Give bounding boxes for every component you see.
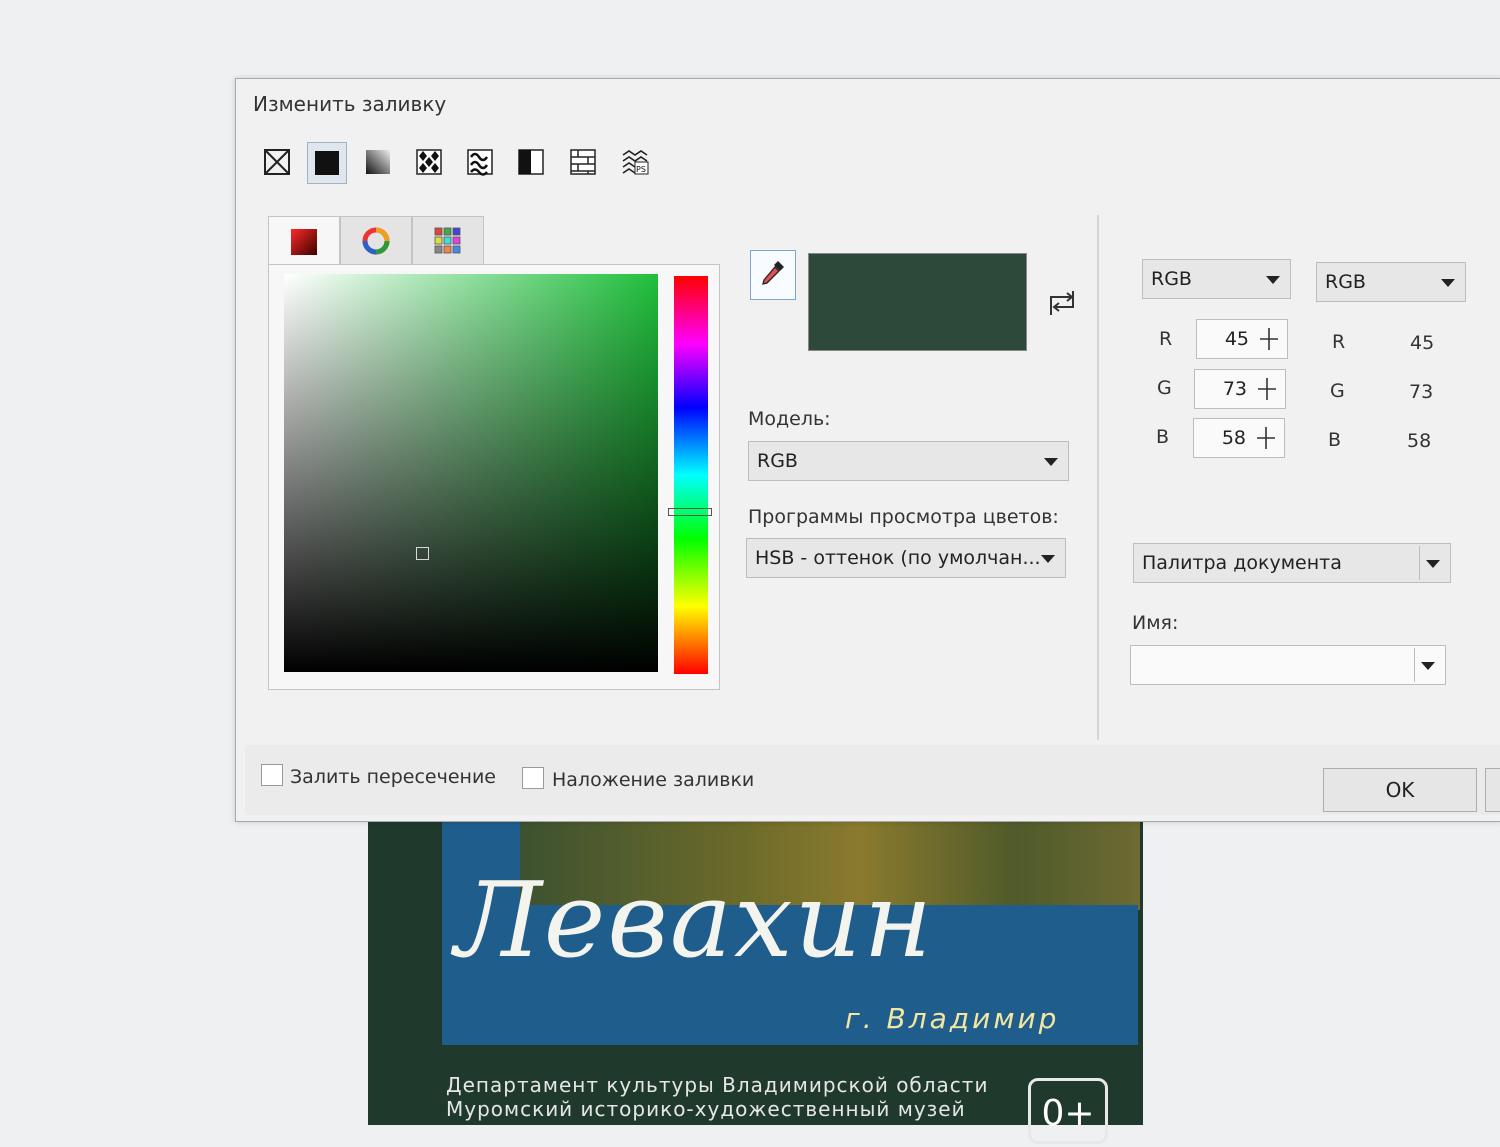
color-viewers-label: Программы просмотра цветов:	[748, 506, 1059, 528]
channel-b-input[interactable]: 58	[1193, 418, 1285, 458]
current-color-swatch	[808, 253, 1027, 351]
hue-slider-handle[interactable]	[668, 508, 712, 516]
postscript-fill-icon: PS	[622, 150, 649, 175]
tab-color-model[interactable]	[268, 216, 340, 267]
poster-age-rating: 0+	[1028, 1078, 1108, 1144]
channel-r-label: R	[1159, 328, 1173, 350]
channel-g-label: G	[1157, 377, 1172, 399]
dialog-title: Изменить заливку	[253, 92, 447, 116]
chevron-down-icon	[1266, 276, 1280, 284]
channel-b-value: 58	[1221, 427, 1246, 449]
channel-r-input[interactable]: 45	[1196, 319, 1288, 359]
saturation-brightness-picker[interactable]	[284, 274, 658, 672]
color-model-icon	[291, 229, 317, 255]
tab-color-palettes[interactable]	[412, 216, 484, 265]
ok-button[interactable]: OK	[1323, 768, 1477, 812]
reference-b-value: 58	[1407, 430, 1432, 452]
color-palettes-icon	[434, 227, 461, 254]
bitmap-pattern-fill-icon	[467, 149, 493, 176]
channel-g-input[interactable]: 73	[1194, 369, 1286, 409]
overprint-fill-label: Наложение заливки	[552, 769, 755, 791]
vector-pattern-fill-icon	[416, 149, 442, 175]
name-combo-separator	[1414, 648, 1415, 682]
fountain-fill-button[interactable]	[359, 142, 397, 182]
fill-intersection-checkbox[interactable]	[261, 764, 283, 786]
swap-colors-icon[interactable]	[1045, 285, 1079, 321]
fill-intersection-label: Залить пересечение	[290, 766, 496, 788]
color-picker-marker[interactable]	[416, 547, 429, 560]
poster-artist-name: Левахин	[455, 859, 935, 981]
spin-arrows-icon[interactable]	[1254, 425, 1278, 451]
reference-model-select[interactable]: RGB	[1316, 262, 1466, 302]
panel-divider	[1097, 215, 1099, 740]
reference-g-value: 73	[1409, 381, 1434, 403]
color-harmonies-icon	[362, 227, 390, 255]
palette-select-value: Палитра документа	[1142, 552, 1342, 574]
tab-color-harmonies[interactable]	[340, 216, 412, 265]
chevron-down-icon	[1041, 555, 1055, 563]
name-combo[interactable]	[1130, 645, 1446, 685]
no-fill-button[interactable]	[258, 142, 296, 182]
fountain-fill-icon	[366, 150, 390, 174]
spin-arrows-icon[interactable]	[1255, 376, 1279, 402]
color-viewer-select-value: HSB - оттенок (по умолчан...	[755, 547, 1041, 569]
channel-b-label: B	[1156, 426, 1170, 448]
vector-pattern-fill-button[interactable]	[410, 142, 448, 182]
chevron-down-icon	[1421, 662, 1435, 670]
cancel-button[interactable]	[1485, 768, 1500, 812]
eyedropper-button[interactable]	[750, 250, 796, 300]
name-label: Имя:	[1132, 612, 1179, 634]
reference-b-label: B	[1328, 429, 1342, 451]
channel-r-value: 45	[1224, 328, 1249, 350]
two-color-pattern-fill-icon	[518, 149, 544, 175]
postscript-fill-button[interactable]: PS	[616, 142, 654, 182]
reference-model-select-value: RGB	[1325, 271, 1366, 293]
spin-arrows-icon[interactable]	[1257, 326, 1281, 352]
poster-department-text: Департамент культуры Владимирской област…	[446, 1073, 989, 1097]
poster-city: г. Владимир	[845, 1002, 1060, 1035]
texture-fill-button[interactable]	[564, 142, 602, 182]
reference-r-label: R	[1332, 331, 1346, 353]
poster-museum-text: Муромский историко-художественный музей	[446, 1097, 966, 1121]
texture-fill-icon	[570, 149, 596, 175]
eyedropper-icon	[762, 261, 784, 285]
model-label: Модель:	[748, 408, 831, 430]
palette-select[interactable]: Палитра документа	[1133, 543, 1451, 583]
two-color-pattern-fill-button[interactable]	[512, 142, 550, 182]
chevron-down-icon	[1426, 560, 1440, 568]
model-select-value: RGB	[757, 450, 798, 472]
no-fill-icon	[264, 149, 290, 175]
uniform-fill-icon	[315, 151, 339, 175]
bitmap-pattern-fill-button[interactable]	[461, 142, 499, 182]
color-viewer-select[interactable]: HSB - оттенок (по умолчан...	[746, 538, 1066, 578]
channel-g-value: 73	[1222, 378, 1247, 400]
primary-model-select-value: RGB	[1151, 268, 1192, 290]
chevron-down-icon	[1044, 458, 1058, 466]
primary-model-select[interactable]: RGB	[1142, 259, 1291, 299]
hue-slider[interactable]	[674, 276, 708, 674]
chevron-down-icon	[1441, 279, 1455, 287]
overprint-fill-checkbox[interactable]	[522, 767, 544, 789]
reference-g-label: G	[1330, 380, 1345, 402]
model-select[interactable]: RGB	[748, 441, 1069, 481]
reference-r-value: 45	[1410, 332, 1435, 354]
palette-select-separator	[1419, 546, 1420, 580]
svg-text:PS: PS	[636, 165, 646, 174]
uniform-fill-button[interactable]	[307, 142, 347, 184]
